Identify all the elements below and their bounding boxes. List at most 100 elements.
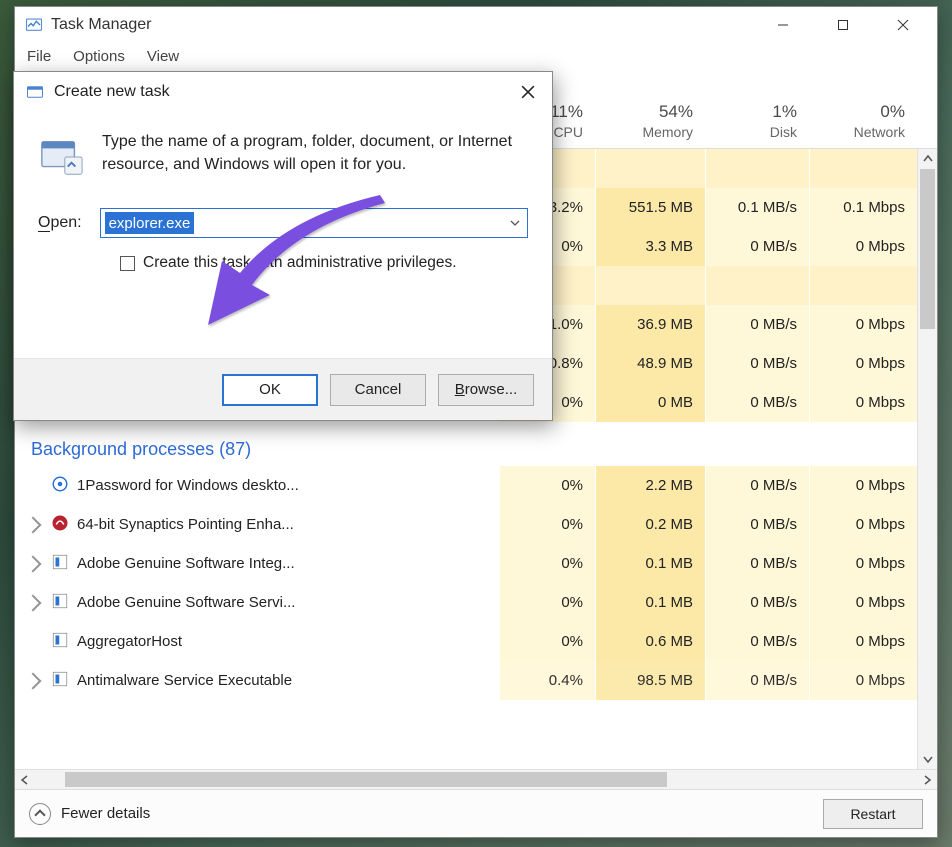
cell-mem: 3.3 MB xyxy=(595,227,705,266)
cell-disk: 0 MB/s xyxy=(705,505,809,544)
menubar: File Options View xyxy=(15,43,937,71)
cell-cpu: 0% xyxy=(499,622,595,661)
cell-net: 0 Mbps xyxy=(809,544,917,583)
cell-mem xyxy=(595,266,705,305)
cell-cpu: 0.4% xyxy=(499,661,595,700)
process-row[interactable]: Adobe Genuine Software Integ...0%0.1 MB0… xyxy=(15,544,917,583)
ok-button-label: OK xyxy=(259,381,281,398)
close-icon xyxy=(521,85,535,99)
cell-cpu: 0% xyxy=(499,544,595,583)
browse-button[interactable]: Browse... xyxy=(438,374,534,406)
menu-view[interactable]: View xyxy=(147,48,179,66)
ok-button[interactable]: OK xyxy=(222,374,318,406)
cell-disk: 0 MB/s xyxy=(705,583,809,622)
admin-checkbox[interactable] xyxy=(120,256,135,271)
process-row[interactable]: 1Password for Windows deskto... 0%2.2 MB0… xyxy=(15,466,917,505)
chevron-down-icon xyxy=(509,217,521,229)
column-memory[interactable]: 54% Memory xyxy=(595,102,705,148)
column-network[interactable]: 0% Network xyxy=(809,102,917,148)
restart-button[interactable]: Restart xyxy=(823,799,923,829)
cell-net: 0 Mbps xyxy=(809,622,917,661)
cell-net: 0.1 Mbps xyxy=(809,188,917,227)
dialog-footer: OK Cancel Browse... xyxy=(14,358,552,420)
cell-mem: 0 MB xyxy=(595,383,705,422)
close-button[interactable] xyxy=(873,7,933,43)
window-title: Task Manager xyxy=(51,16,753,34)
cell-mem: 36.9 MB xyxy=(595,305,705,344)
expand-icon[interactable] xyxy=(25,516,42,533)
admin-checkbox-label: Create this task with administrative pri… xyxy=(143,254,457,272)
cell-mem: 48.9 MB xyxy=(595,344,705,383)
network-percent: 0% xyxy=(809,102,905,122)
expand-icon[interactable] xyxy=(25,594,42,611)
cell-disk xyxy=(705,149,809,188)
cell-net: 0 Mbps xyxy=(809,227,917,266)
cell-mem: 98.5 MB xyxy=(595,661,705,700)
process-icon xyxy=(51,553,69,575)
cell-mem: 2.2 MB xyxy=(595,466,705,505)
cell-disk: 0 MB/s xyxy=(705,544,809,583)
process-row[interactable]: 64-bit Synaptics Pointing Enha... 0%0.2 M… xyxy=(15,505,917,544)
dialog-description: Type the name of a program, folder, docu… xyxy=(102,130,528,176)
cell-mem: 0.6 MB xyxy=(595,622,705,661)
disk-label: Disk xyxy=(705,124,797,140)
cell-disk: 0 MB/s xyxy=(705,466,809,505)
process-name: 1Password for Windows deskto... xyxy=(77,477,299,494)
expand-icon[interactable] xyxy=(25,555,42,572)
process-row[interactable]: Adobe Genuine Software Servi...0%0.1 MB0… xyxy=(15,583,917,622)
scroll-left-icon[interactable] xyxy=(15,770,35,789)
menu-options[interactable]: Options xyxy=(73,48,125,66)
cell-disk: 0.1 MB/s xyxy=(705,188,809,227)
cell-disk: 0 MB/s xyxy=(705,383,809,422)
scroll-down-icon[interactable] xyxy=(918,749,937,769)
process-icon xyxy=(51,592,69,614)
cell-net: 0 Mbps xyxy=(809,383,917,422)
fewer-details-toggle[interactable]: Fewer details xyxy=(29,803,150,825)
cell-net: 0 Mbps xyxy=(809,505,917,544)
cell-disk: 0 MB/s xyxy=(705,227,809,266)
cell-mem: 0.2 MB xyxy=(595,505,705,544)
dialog-close-button[interactable] xyxy=(510,77,546,107)
cell-disk: 0 MB/s xyxy=(705,344,809,383)
menu-file[interactable]: File xyxy=(27,48,51,66)
hscroll-thumb[interactable] xyxy=(65,772,667,787)
process-name: AggregatorHost xyxy=(77,633,182,650)
scroll-right-icon[interactable] xyxy=(917,770,937,789)
fewer-details-label: Fewer details xyxy=(61,805,150,822)
expand-icon[interactable] xyxy=(25,672,42,689)
open-combobox[interactable]: explorer.exe xyxy=(100,208,528,238)
process-icon xyxy=(51,670,69,692)
minimize-button[interactable] xyxy=(753,7,813,43)
cell-disk: 0 MB/s xyxy=(705,661,809,700)
window-footer: Fewer details Restart xyxy=(15,789,937,837)
cell-net xyxy=(809,266,917,305)
memory-label: Memory xyxy=(595,124,693,140)
section-background-processes: Background processes (87) xyxy=(15,422,917,466)
cell-cpu: 0% xyxy=(499,505,595,544)
restart-button-label: Restart xyxy=(850,806,895,822)
column-disk[interactable]: 1% Disk xyxy=(705,102,809,148)
process-row[interactable]: AggregatorHost 0%0.6 MB0 MB/s0 Mbps xyxy=(15,622,917,661)
scroll-thumb[interactable] xyxy=(920,169,935,329)
cell-disk xyxy=(705,266,809,305)
process-name: Adobe Genuine Software Servi... xyxy=(77,594,295,611)
cell-mem: 551.5 MB xyxy=(595,188,705,227)
vertical-scrollbar[interactable] xyxy=(917,149,937,769)
process-name: 64-bit Synaptics Pointing Enha... xyxy=(77,516,294,533)
run-dialog-icon xyxy=(26,83,44,101)
cell-disk: 0 MB/s xyxy=(705,622,809,661)
chevron-up-icon xyxy=(29,803,51,825)
run-large-icon xyxy=(38,134,84,180)
process-row[interactable]: Antimalware Service Executable0.4%98.5 M… xyxy=(15,661,917,700)
window-titlebar[interactable]: Task Manager xyxy=(15,7,937,43)
disk-percent: 1% xyxy=(705,102,797,122)
horizontal-scrollbar[interactable] xyxy=(15,769,937,789)
scroll-up-icon[interactable] xyxy=(918,149,937,169)
maximize-button[interactable] xyxy=(813,7,873,43)
process-icon xyxy=(51,475,69,497)
cell-mem xyxy=(595,149,705,188)
cell-net xyxy=(809,149,917,188)
dialog-titlebar[interactable]: Create new task xyxy=(14,72,552,112)
cancel-button[interactable]: Cancel xyxy=(330,374,426,406)
cell-cpu: 0% xyxy=(499,466,595,505)
